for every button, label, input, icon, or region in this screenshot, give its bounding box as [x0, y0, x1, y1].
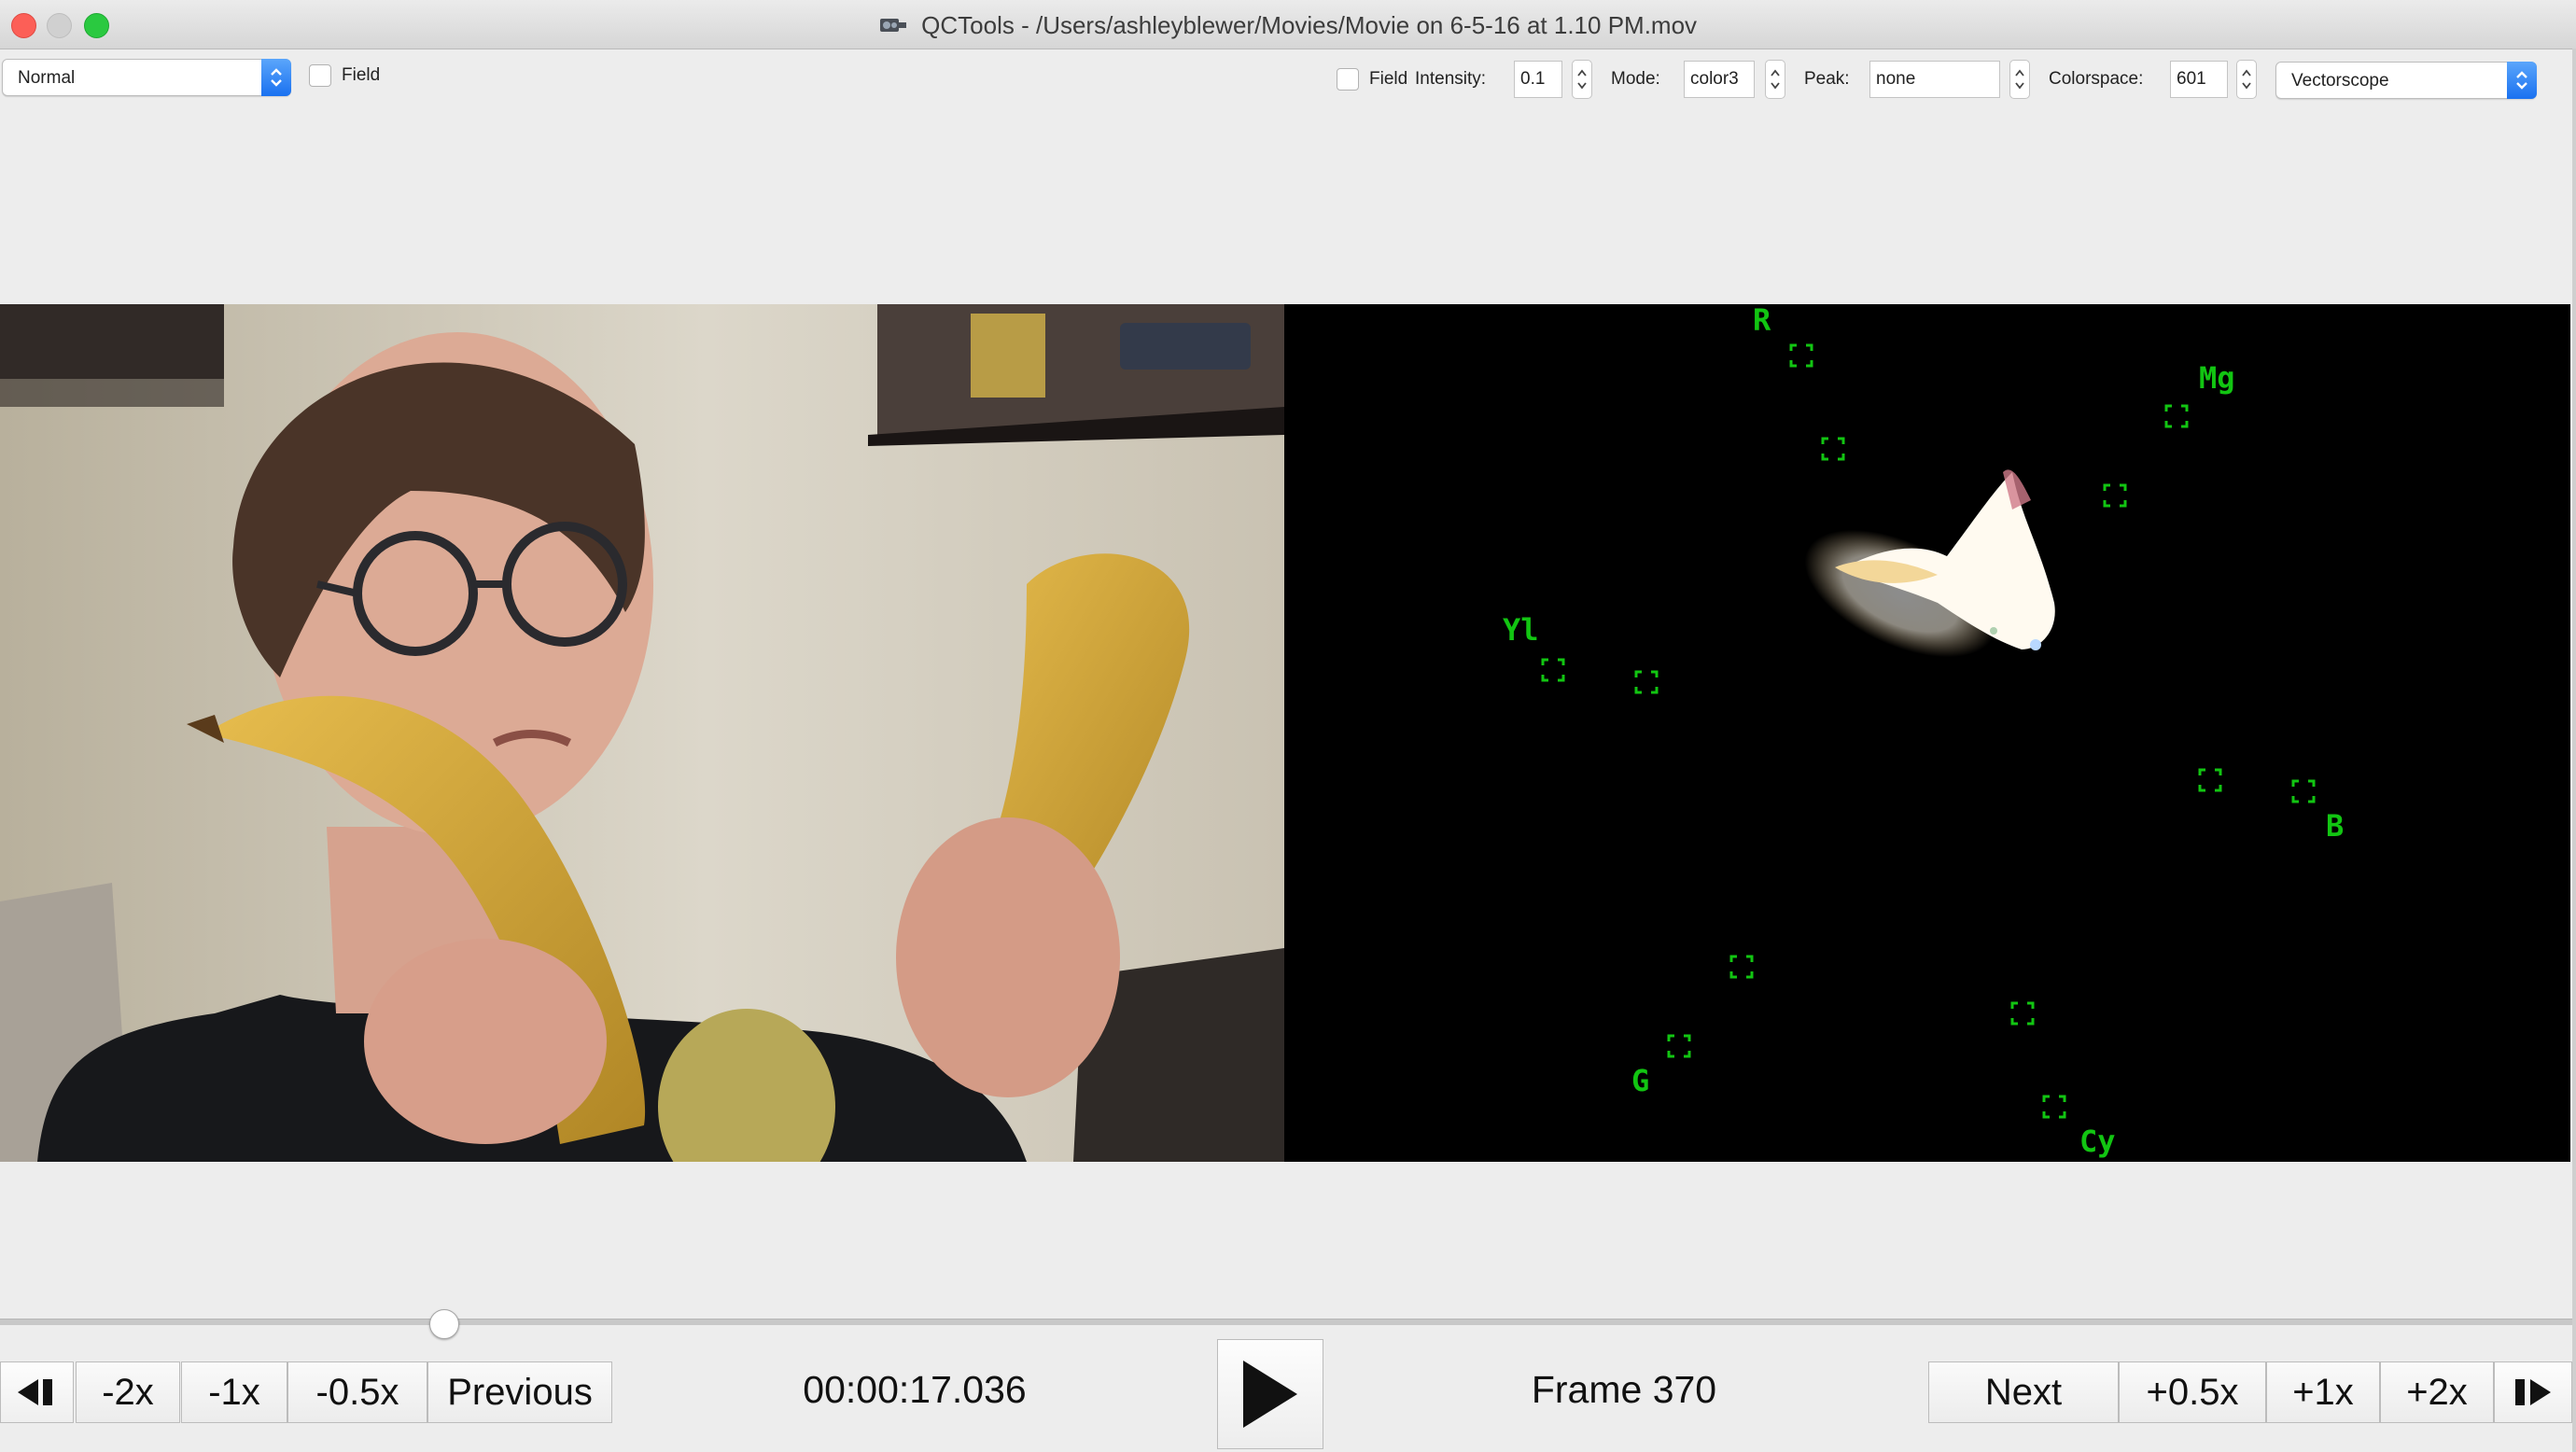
stepper-arrows-icon	[2015, 69, 2024, 90]
chevron-updown-icon	[261, 59, 291, 96]
view-mode-select[interactable]: Normal	[2, 59, 291, 96]
stepper-arrows-icon	[1577, 69, 1587, 90]
stepper-arrows-icon	[2242, 69, 2251, 90]
graticule-target-b-outer	[2198, 768, 2222, 792]
intensity-field[interactable]: 0.1	[1514, 61, 1562, 98]
next-frame-button[interactable]: Next	[1928, 1361, 2119, 1423]
peak-field[interactable]: none	[1869, 61, 2000, 98]
colorspace-label: Colorspace:	[2049, 69, 2144, 89]
scope-label-cy: Cy	[2079, 1124, 2116, 1159]
filter-value: Vectorscope	[2291, 71, 2389, 91]
chevron-updown-icon	[2507, 62, 2537, 99]
stepper-arrows-icon	[1771, 69, 1780, 90]
frame-number-display: Frame 370	[1531, 1368, 1717, 1411]
scope-label-g: G	[1631, 1063, 1649, 1098]
qctools-app-icon	[879, 13, 907, 42]
timecode-display: 00:00:17.036	[803, 1368, 1027, 1411]
vectorscope-signal	[1804, 469, 2055, 658]
peak-label: Peak:	[1804, 69, 1850, 89]
timeline-track[interactable]	[0, 1319, 2572, 1325]
intensity-label: Intensity:	[1415, 69, 1487, 89]
play-icon	[1243, 1361, 1297, 1428]
go-to-start-button[interactable]	[0, 1361, 74, 1423]
scope-label-yl: Yl	[1503, 612, 1539, 648]
title-bar: QCTools - /Users/ashleyblewer/Movies/Mov…	[0, 0, 2576, 49]
play-button[interactable]	[1217, 1339, 1323, 1449]
graticule-target-g-outer	[1667, 1034, 1691, 1058]
speed-minus-2x-button[interactable]: -2x	[76, 1361, 180, 1423]
graticule-target-g-inner	[1729, 955, 1754, 979]
timeline-playhead-handle[interactable]	[429, 1309, 459, 1339]
mode-label: Mode:	[1611, 69, 1660, 89]
graticule-target-r-inner	[1821, 437, 1845, 461]
filter-select[interactable]: Vectorscope	[2275, 62, 2537, 99]
view-mode-value: Normal	[18, 68, 76, 88]
colorspace-field[interactable]: 601	[2170, 61, 2228, 98]
field-checkbox-left[interactable]	[309, 64, 331, 87]
mode-field[interactable]: color3	[1684, 61, 1755, 98]
speed-minus-1x-button[interactable]: -1x	[181, 1361, 287, 1423]
window-title: QCTools - /Users/ashleyblewer/Movies/Mov…	[921, 11, 1698, 39]
speed-plus-2x-button[interactable]: +2x	[2380, 1361, 2494, 1423]
peak-stepper[interactable]	[2009, 60, 2030, 99]
mode-stepper[interactable]	[1765, 60, 1785, 99]
graticule-target-r-outer	[1789, 343, 1813, 368]
previous-frame-button[interactable]: Previous	[427, 1361, 612, 1423]
video-frame	[0, 304, 1284, 1162]
skip-to-end-icon	[2515, 1379, 2551, 1405]
speed-plus-1x-button[interactable]: +1x	[2266, 1361, 2380, 1423]
field-label-left: Field	[342, 65, 381, 85]
scope-label-mg: Mg	[2199, 360, 2235, 396]
graticule-target-yl-outer	[1541, 658, 1565, 682]
window-title-area: QCTools - /Users/ashleyblewer/Movies/Mov…	[0, 11, 2576, 42]
field-label-right: Field	[1369, 69, 1408, 89]
graticule-target-cy-outer	[2042, 1095, 2066, 1119]
vectorscope-display: R Mg Yl B G Cy	[1284, 304, 2570, 1162]
graticule-target-mg-outer	[2164, 404, 2189, 428]
go-to-end-button[interactable]	[2494, 1361, 2572, 1423]
speed-plus-0.5x-button[interactable]: +0.5x	[2119, 1361, 2266, 1423]
graticule-target-mg-inner	[2103, 483, 2127, 508]
speed-minus-0.5x-button[interactable]: -0.5x	[287, 1361, 427, 1423]
scope-label-b: B	[2326, 808, 2344, 844]
scope-label-r: R	[1753, 304, 1771, 338]
intensity-stepper[interactable]	[1572, 60, 1592, 99]
graticule-target-yl-inner	[1634, 670, 1659, 694]
skip-to-start-icon	[17, 1379, 52, 1405]
colorspace-stepper[interactable]	[2236, 60, 2257, 99]
graticule-target-cy-inner	[2010, 1001, 2035, 1026]
window-right-border	[2572, 49, 2576, 1452]
field-checkbox-right[interactable]	[1337, 68, 1359, 91]
graticule-target-b-inner	[2291, 779, 2316, 803]
